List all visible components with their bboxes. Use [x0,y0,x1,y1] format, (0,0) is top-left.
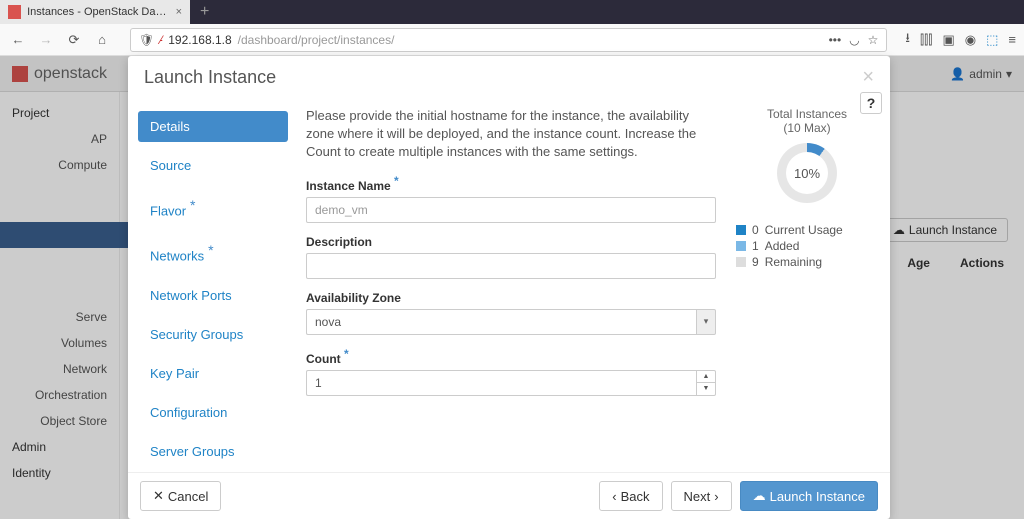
cloud-upload-icon: ☁ [753,488,766,504]
modal-title: Launch Instance [144,67,276,88]
reload-button[interactable]: ⟳ [64,30,84,50]
step-network-ports[interactable]: Network Ports [138,280,288,311]
back-button[interactable]: ← [8,30,28,50]
description-input[interactable] [306,253,716,279]
instance-name-input[interactable] [306,197,716,223]
az-label: Availability Zone [306,291,716,305]
legend-swatch-added [736,241,746,251]
extension-icon[interactable]: ▣ [942,32,954,48]
quota-percent: 10% [794,166,820,181]
step-flavor[interactable]: Flavor * [138,189,288,226]
url-path: /dashboard/project/instances/ [238,33,395,47]
quota-subtitle: (10 Max) [736,121,878,135]
quota-legend: 0 Current Usage 1 Added 9 Remaining [736,223,878,269]
download-icon[interactable]: ⭳ [905,29,910,51]
count-down-button[interactable]: ▼ [697,383,715,395]
chevron-right-icon: › [714,489,718,504]
step-server-groups[interactable]: Server Groups [138,436,288,467]
count-input[interactable]: 1 [306,370,696,396]
help-button[interactable]: ? [860,92,882,114]
url-host: 192.168.1.8 [168,33,231,47]
chevron-down-icon[interactable]: ▾ [696,309,716,335]
count-up-button[interactable]: ▲ [697,371,715,384]
more-icon[interactable]: ••• [829,33,842,47]
tab-title: Instances - OpenStack Dashbo [27,6,169,18]
step-configuration[interactable]: Configuration [138,397,288,428]
step-networks[interactable]: Networks * [138,234,288,271]
chevron-left-icon: ‹ [612,489,616,504]
site-favicon [8,5,21,19]
next-button[interactable]: Next› [671,481,732,511]
launch-instance-modal: Launch Instance × ? Details Source Flavo… [128,56,890,519]
count-label: Count * [306,347,716,366]
cancel-button[interactable]: ✕Cancel [140,481,221,511]
forward-button[interactable]: → [36,30,56,50]
tool-icon[interactable]: ⬚ [986,32,998,48]
account-icon[interactable]: ◉ [965,32,976,48]
shield-icon: 🛡 [139,33,154,47]
az-select[interactable]: nova [306,309,696,335]
description-label: Description [306,235,716,249]
menu-icon[interactable]: ≡ [1008,32,1016,47]
new-tab-button[interactable]: + [190,3,219,21]
launch-button[interactable]: ☁Launch Instance [740,481,878,511]
url-bar[interactable]: 🛡 ⁄ 192.168.1.8/dashboard/project/instan… [130,28,887,52]
browser-tab[interactable]: Instances - OpenStack Dashbo × [0,0,190,24]
x-icon: ✕ [153,488,164,504]
step-security-groups[interactable]: Security Groups [138,319,288,350]
step-source[interactable]: Source [138,150,288,181]
help-text: Please provide the initial hostname for … [306,107,716,162]
legend-swatch-current [736,225,746,235]
back-button[interactable]: ‹Back [599,481,662,511]
close-tab-icon[interactable]: × [176,6,182,18]
legend-swatch-remaining [736,257,746,267]
home-button[interactable]: ⌂ [92,30,112,50]
wizard-nav: Details Source Flavor * Networks * Netwo… [128,99,298,472]
star-icon[interactable]: ☆ [868,33,879,47]
step-details[interactable]: Details [138,111,288,142]
insecure-icon: ⁄ [160,33,162,47]
instance-name-label: Instance Name * [306,174,716,193]
quota-donut-chart: 10% [777,143,837,203]
quota-title: Total Instances [736,107,878,121]
close-icon[interactable]: × [862,66,874,89]
reader-icon[interactable]: ◡ [849,33,859,47]
step-key-pair[interactable]: Key Pair [138,358,288,389]
library-icon[interactable]: ⫿⫿⫿ [920,32,932,48]
